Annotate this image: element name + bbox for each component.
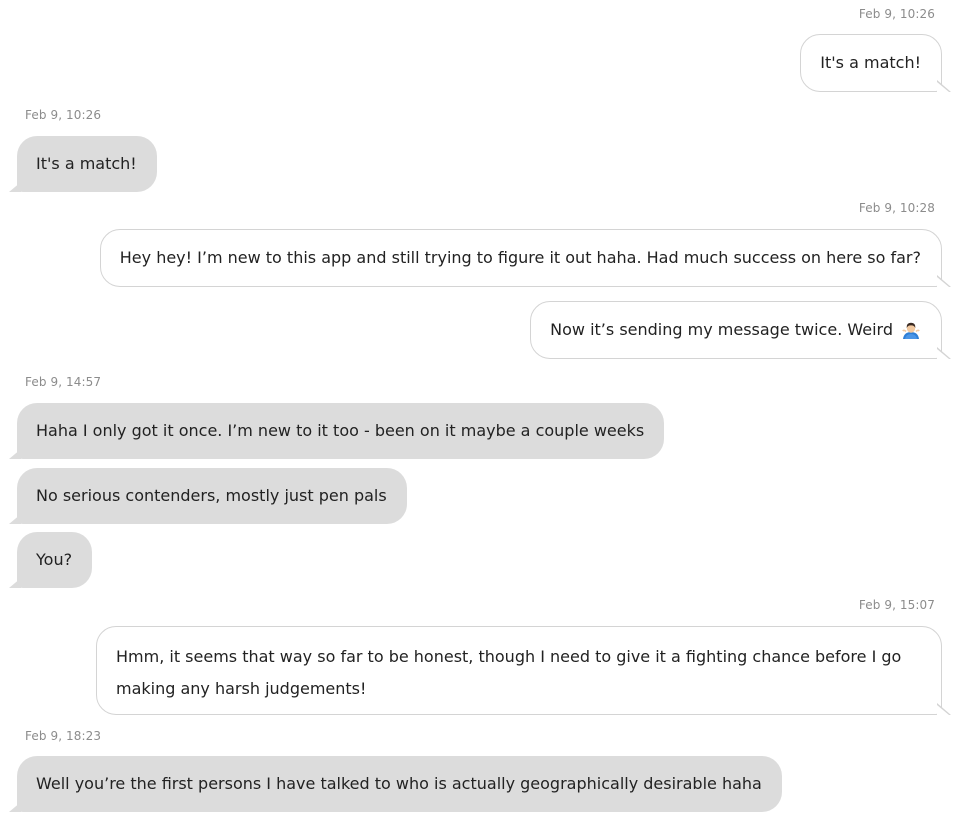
incoming-message[interactable]: It's a match!: [9, 136, 157, 192]
message-timestamp: Feb 9, 15:07: [858, 598, 935, 612]
person-shrugging-icon: [902, 322, 920, 339]
message-text: Well you’re the first persons I have tal…: [36, 774, 762, 793]
message-timestamp: Feb 9, 10:26: [25, 108, 102, 122]
message-text: You?: [36, 550, 73, 569]
message-text: Hmm, it seems that way so far to be hone…: [116, 647, 902, 698]
message-timestamp: Feb 9, 10:28: [858, 201, 935, 215]
outgoing-message[interactable]: Hey hey! I’m new to this app and still t…: [99, 229, 952, 287]
incoming-message[interactable]: Well you’re the first persons I have tal…: [9, 756, 782, 812]
message-text: Now it’s sending my message twice. Weird: [550, 320, 893, 339]
message-text: It's a match!: [820, 53, 921, 72]
message-timestamp: Feb 9, 10:26: [858, 7, 935, 21]
message-text: Hey hey! I’m new to this app and still t…: [119, 248, 921, 267]
incoming-message[interactable]: No serious contenders, mostly just pen p…: [9, 468, 407, 524]
chat-thread: Feb 9, 10:26 It's a match! Feb 9, 10:26 …: [0, 0, 960, 823]
message-timestamp: Feb 9, 14:57: [25, 375, 102, 389]
incoming-message[interactable]: Haha I only got it once. I’m new to it t…: [8, 403, 665, 459]
outgoing-message[interactable]: It's a match!: [800, 34, 951, 92]
message-text: No serious contenders, mostly just pen p…: [36, 486, 387, 505]
message-text: It's a match!: [36, 154, 137, 173]
incoming-message[interactable]: You?: [8, 532, 93, 588]
outgoing-message[interactable]: Hmm, it seems that way so far to be hone…: [96, 626, 951, 715]
message-timestamp: Feb 9, 18:23: [25, 729, 102, 743]
message-text: Haha I only got it once. I’m new to it t…: [36, 421, 645, 440]
outgoing-message[interactable]: Now it’s sending my message twice. Weird: [530, 301, 951, 359]
